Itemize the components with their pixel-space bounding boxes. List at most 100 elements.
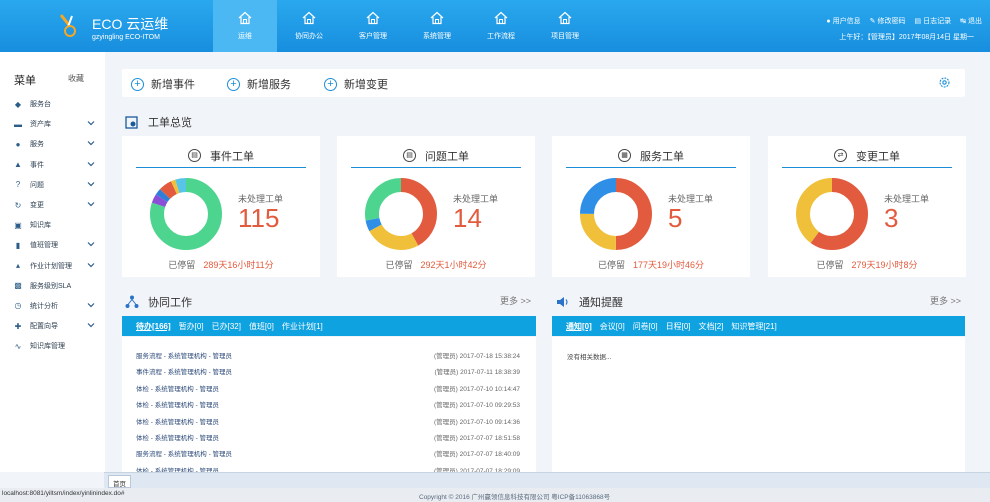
sidebar-item[interactable]: ▴ 作业计划管理 (0, 256, 105, 276)
sidebar-item[interactable]: ◆ 服务台 (0, 94, 105, 114)
share-icon (125, 295, 139, 308)
sidebar-item[interactable]: ◷ 统计分析 (0, 296, 105, 316)
logo-icon (59, 14, 76, 37)
nav-tab-customer[interactable]: 客户管理 (341, 0, 405, 52)
new-service-label: 新增服务 (247, 79, 291, 91)
chevron-down-icon[interactable] (87, 180, 95, 188)
user-info-link[interactable]: ● 用户信息 (826, 16, 860, 26)
log-link[interactable]: ▤ 日志记录 (915, 16, 952, 26)
sidebar-favorites[interactable]: 收藏 (68, 73, 84, 84)
tab-home[interactable]: 首页 (108, 475, 131, 488)
list-item[interactable]: 体检 - 系统管理机构 - 管理员 (管理员) 2017-07-10 09:29:… (136, 399, 520, 411)
list-item[interactable]: 体检 - 系统管理机构 - 管理员 (管理员) 2017-07-10 09:14:… (136, 416, 520, 428)
chart-icon: ▩ (14, 281, 22, 291)
logout-link[interactable]: ↹ 退出 (960, 16, 982, 26)
collab-more-link[interactable]: 更多 >> (500, 294, 531, 307)
nav-tab-project[interactable]: 项目管理 (533, 0, 597, 52)
sidebar-item[interactable]: ▲ 事件 (0, 155, 105, 175)
nav-tab-workflow[interactable]: 工作流程 (469, 0, 533, 52)
briefcase-icon: ▣ (14, 220, 22, 230)
list-item-title: 服务流程 - 系统管理机构 - 管理员 (136, 353, 233, 360)
notice-tab[interactable]: 通知[0] (566, 321, 592, 332)
new-change-label: 新增变更 (344, 79, 388, 91)
chevron-down-icon[interactable] (87, 119, 95, 127)
sidebar-item[interactable]: ∿ 知识库管理 (0, 336, 105, 356)
stay-duration: 已停留 289天16小时11分 (122, 258, 320, 271)
ticket-card[interactable]: ⇄ 变更工单 未处理工单 3 已停留 279天19小时8分 (768, 136, 966, 277)
list-item[interactable]: 服务流程 - 系统管理机构 - 管理员 (管理员) 2017-07-07 18:4… (136, 448, 520, 460)
notice-tab[interactable]: 日程[0] (666, 321, 691, 332)
user-info-label: 用户信息 (832, 18, 861, 25)
list-item[interactable]: 服务流程 - 系统管理机构 - 管理员 (管理员) 2017-07-18 15:3… (136, 350, 520, 362)
chevron-down-icon[interactable] (87, 301, 95, 309)
sidebar-item[interactable]: ▩ 服务级别SLA (0, 276, 105, 296)
collab-tab[interactable]: 待办[166] (136, 321, 171, 332)
sidebar-item[interactable]: ▬ 资产库 (0, 114, 105, 134)
collab-tab[interactable]: 已办[32] (212, 321, 241, 332)
greeting-text: 上午好：【管理员】2017年08月14日 星期一 (839, 34, 974, 41)
folder-icon: ▬ (14, 119, 22, 129)
sidebar-item-label: 服务 (30, 141, 44, 149)
list-item-title: 体检 - 系统管理机构 - 管理员 (136, 418, 220, 426)
collab-title: 协同工作 (125, 294, 192, 310)
sidebar-item-label: 知识库 (30, 222, 51, 230)
ticket-card[interactable]: ▤ 事件工单 未处理工单 115 已停留 289天16小时11分 (122, 136, 320, 277)
sidebar-item-label: 值班管理 (30, 242, 58, 250)
home-icon (238, 11, 252, 25)
nav-tab-system[interactable]: 系统管理 (405, 0, 469, 52)
list-item[interactable]: 事件流程 - 系统管理机构 - 管理员 (管理员) 2017-07-11 18:3… (136, 366, 520, 378)
notice-tab-bar: 通知[0] 会议[0] 问卷[0] 日程[0] 文档[2] 知识管理[21] (552, 316, 965, 336)
chevron-down-icon[interactable] (87, 240, 95, 248)
list-item-title: 体检 - 系统管理机构 - 管理员 (136, 435, 220, 442)
sidebar-item[interactable]: ↻ 变更 (0, 195, 105, 215)
sidebar-item-label: 事件 (30, 161, 44, 169)
chevron-down-icon[interactable] (87, 160, 95, 168)
notice-more-link[interactable]: 更多 >> (930, 294, 961, 307)
change-password-link[interactable]: ✎ 修改密码 (870, 16, 906, 26)
plus-icon: + (227, 77, 240, 91)
sidebar-item[interactable]: ▣ 知识库 (0, 215, 105, 235)
question-icon: ? (15, 180, 21, 190)
collab-tab-bar: 待办[166] 暂办[0] 已办[32] 值班[0] 作业计划[1] (122, 316, 536, 336)
new-event-button[interactable]: + 新增事件 (131, 76, 195, 92)
ticket-icon (125, 115, 138, 129)
chevron-down-icon[interactable] (87, 200, 95, 208)
new-change-button[interactable]: + 新增变更 (324, 76, 388, 92)
list-item[interactable]: 体检 - 系统管理机构 - 管理员 (管理员) 2017-07-10 10:14:… (136, 383, 520, 395)
settings-icon[interactable] (938, 76, 951, 89)
ticket-card[interactable]: ▤ 问题工单 未处理工单 14 已停留 292天1小时42分 (337, 136, 535, 277)
ticket-card[interactable]: ▦ 服务工单 未处理工单 5 已停留 177天19小时46分 (552, 136, 750, 277)
chevron-down-icon[interactable] (87, 321, 95, 329)
notice-list: 没有相关数据... (552, 337, 965, 473)
notice-title: 通知提醒 (556, 294, 623, 310)
card-title: 事件工单 (210, 150, 254, 163)
chevron-down-icon[interactable] (87, 261, 95, 269)
service-icon: ▦ (618, 149, 631, 162)
sidebar-item-label: 资产库 (30, 121, 51, 129)
home-icon (558, 11, 572, 25)
nav-tab-collab[interactable]: 协同办公 (277, 0, 341, 52)
problem-icon: ▤ (403, 149, 416, 162)
sidebar-item[interactable]: ● 服务 (0, 134, 105, 154)
collab-tab[interactable]: 暂办[0] (179, 321, 204, 332)
new-service-button[interactable]: + 新增服务 (227, 76, 291, 92)
donut-chart (580, 178, 652, 250)
sidebar-item-label: 作业计划管理 (30, 262, 72, 270)
notice-tab[interactable]: 会议[0] (600, 321, 625, 332)
collab-tab[interactable]: 值班[0] (249, 321, 274, 332)
chevron-down-icon[interactable] (87, 139, 95, 147)
nav-tab-ops[interactable]: 运维 (213, 0, 277, 52)
notice-tab[interactable]: 知识管理[21] (731, 321, 776, 332)
list-item[interactable]: 体检 - 系统管理机构 - 管理员 (管理员) 2017-07-07 18:51:… (136, 432, 520, 444)
sidebar-item[interactable]: ▮ 值班管理 (0, 235, 105, 255)
collab-tab[interactable]: 作业计划[1] (282, 321, 323, 332)
sidebar-item[interactable]: ✚ 配置向导 (0, 316, 105, 336)
sidebar-item[interactable]: ? 问题 (0, 175, 105, 195)
stay-value: 177天19小时46分 (632, 260, 705, 270)
notice-tab[interactable]: 问卷[0] (633, 321, 658, 332)
notice-tab[interactable]: 文档[2] (699, 321, 724, 332)
home-icon (494, 11, 508, 25)
card-header: ▤ 事件工单 (136, 144, 306, 168)
layers-icon: ◆ (14, 99, 22, 109)
status-url: localhost:8081/yiltsm/index/yinlinindex.… (2, 490, 125, 497)
